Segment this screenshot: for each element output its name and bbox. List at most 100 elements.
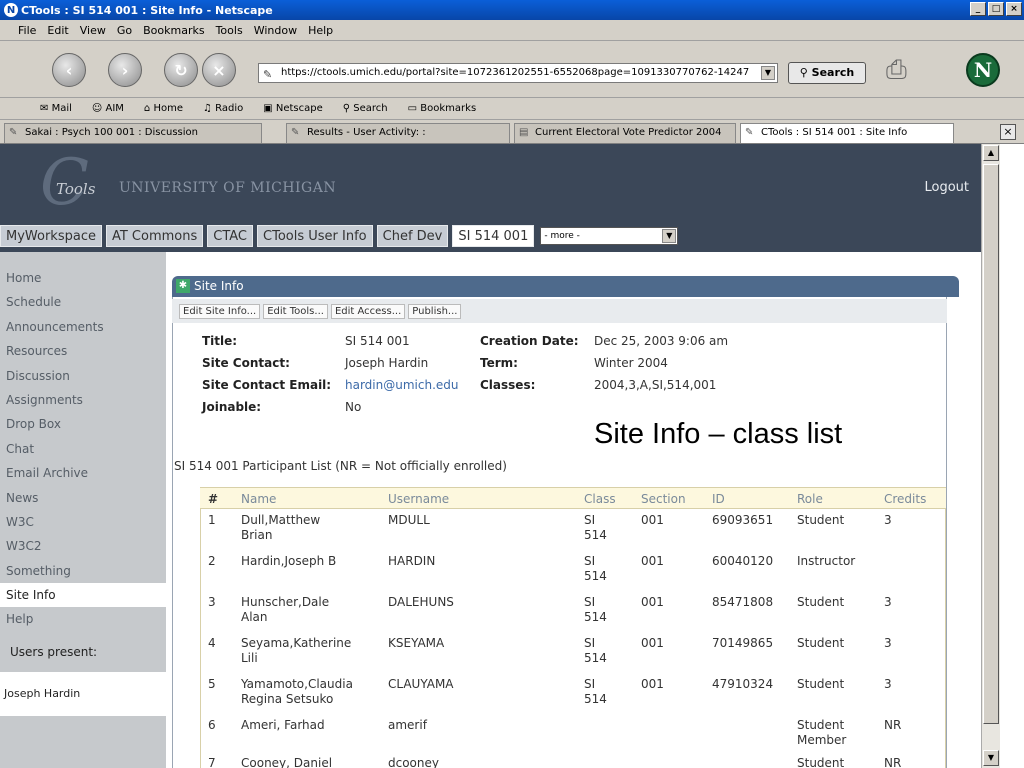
nav-assignments[interactable]: Assignments <box>0 388 166 412</box>
nav-resources[interactable]: Resources <box>0 339 166 363</box>
minimize-button[interactable]: _ <box>970 2 986 16</box>
col-credits[interactable]: Credits <box>884 492 926 506</box>
toolbar-radio[interactable]: ♫ Radio <box>203 103 253 114</box>
scroll-thumb[interactable] <box>983 164 999 724</box>
col-id[interactable]: ID <box>712 492 725 506</box>
cell-user: KSEYAMA <box>388 636 445 650</box>
edit-tools-button[interactable]: Edit Tools... <box>263 303 328 319</box>
stop-icon[interactable]: × <box>202 53 236 87</box>
browser-tab-label: CTools : SI 514 001 : Site Info <box>761 127 908 138</box>
site-tab-at-commons[interactable]: AT Commons <box>105 225 204 247</box>
name-line-1: Dull,Matthew <box>241 513 321 527</box>
personal-toolbar: ✉ Mail ☺ AIM ⌂ Home ♫ Radio ▣ Netscape ⚲… <box>0 98 1024 120</box>
classes-value: 2004,3,A,SI,514,001 <box>594 378 717 392</box>
cell-role: Instructor <box>797 554 855 569</box>
site-tab-myworkspace[interactable]: MyWorkspace <box>0 225 102 247</box>
nav-home[interactable]: Home <box>0 266 166 290</box>
cell-credits: 3 <box>884 513 892 527</box>
toolbar-search[interactable]: ⚲ Search <box>343 103 398 114</box>
browser-tab-4[interactable]: ✎ CTools : SI 514 001 : Site Info <box>740 123 954 143</box>
cell-user: CLAUYAMA <box>388 677 454 691</box>
site-contact-email-link[interactable]: hardin@umich.edu <box>345 378 459 392</box>
toolbar-bookmarks[interactable]: ▭ Bookmarks <box>408 103 487 114</box>
more-sites-select[interactable]: - more - ▼ <box>540 227 679 245</box>
nav-discussion[interactable]: Discussion <box>0 364 166 388</box>
site-tab-ctools-user-info[interactable]: CTools User Info <box>257 225 373 247</box>
maximize-button[interactable]: □ <box>988 2 1004 16</box>
nav-announcements[interactable]: Announcements <box>0 315 166 339</box>
toolbar-aim[interactable]: ☺ AIM <box>92 103 134 114</box>
nav-something[interactable]: Something <box>0 559 166 583</box>
menu-view[interactable]: View <box>80 24 106 37</box>
document-icon: ▤ <box>519 127 529 138</box>
scroll-down-icon[interactable]: ▼ <box>983 750 999 766</box>
menu-file[interactable]: File <box>18 24 36 37</box>
col-class[interactable]: Class <box>584 492 616 506</box>
nav-w3c2[interactable]: W3C2 <box>0 534 166 558</box>
reload-icon[interactable]: ↻ <box>164 53 198 87</box>
scroll-up-icon[interactable]: ▲ <box>983 145 999 161</box>
site-tab-ctac[interactable]: CTAC <box>207 225 254 247</box>
nav-drop-box[interactable]: Drop Box <box>0 412 166 436</box>
cell-section: 001 <box>641 554 664 568</box>
url-dropdown-icon[interactable]: ▼ <box>761 66 775 80</box>
forward-icon[interactable]: › <box>108 53 142 87</box>
name-line-1: Seyama,Katherine <box>241 636 352 650</box>
browser-tab-3[interactable]: ▤ Current Electoral Vote Predictor 2004 <box>514 123 736 143</box>
window-edge <box>1000 144 1024 768</box>
cell-role: Student <box>797 595 844 610</box>
url-input[interactable]: ✎ https://ctools.umich.edu/portal?site=1… <box>258 63 778 83</box>
menu-edit[interactable]: Edit <box>47 24 68 37</box>
back-icon[interactable]: ‹ <box>52 53 86 87</box>
nav-schedule[interactable]: Schedule <box>0 290 166 314</box>
site-tabs: MyWorkspace AT Commons CTAC CTools User … <box>0 220 981 252</box>
close-window-button[interactable]: × <box>1006 2 1022 16</box>
nav-w3c[interactable]: W3C <box>0 510 166 534</box>
menu-window[interactable]: Window <box>254 24 297 37</box>
menu-help[interactable]: Help <box>308 24 333 37</box>
nav-news[interactable]: News <box>0 486 166 510</box>
classes-label: Classes: <box>480 378 536 392</box>
col-username[interactable]: Username <box>388 492 449 506</box>
cell-name: Yamamoto,Claudia Regina Setsuko <box>241 677 353 707</box>
nav-help[interactable]: Help <box>0 607 166 631</box>
nav-email-archive[interactable]: Email Archive <box>0 461 166 485</box>
col-section[interactable]: Section <box>641 492 686 506</box>
slide-caption: Site Info – class list <box>594 418 843 450</box>
window-titlebar: N CTools : SI 514 001 : Site Info - Nets… <box>0 0 1024 20</box>
name-line-2: Lili <box>241 651 258 665</box>
browser-tab-2[interactable]: ✎ Results - User Activity: : <box>286 123 510 143</box>
menu-bookmarks[interactable]: Bookmarks <box>143 24 204 37</box>
site-contact-value: Joseph Hardin <box>345 356 429 370</box>
class-line-1: SI <box>584 595 596 609</box>
class-line-2: 514 <box>584 610 607 624</box>
search-label: Search <box>353 103 388 114</box>
col-role[interactable]: Role <box>797 492 823 506</box>
browser-tab-1[interactable]: ✎ Sakai : Psych 100 001 : Discussion <box>4 123 262 143</box>
menu-tools[interactable]: Tools <box>216 24 243 37</box>
site-tab-si-514[interactable]: SI 514 001 <box>452 225 535 247</box>
close-tab-icon[interactable]: × <box>1000 124 1016 140</box>
page-icon: ✎ <box>9 127 18 138</box>
logout-link[interactable]: Logout <box>924 180 969 195</box>
vertical-scrollbar[interactable]: ▲ ▼ <box>981 144 1000 768</box>
search-button-label: Search <box>811 66 855 79</box>
cell-num: 2 <box>208 554 216 568</box>
participant-list-title: SI 514 001 Participant List (NR = Not of… <box>174 459 507 473</box>
menu-go[interactable]: Go <box>117 24 132 37</box>
role-line-1: Student <box>797 718 845 732</box>
col-name[interactable]: Name <box>241 492 276 506</box>
edit-access-button[interactable]: Edit Access... <box>330 303 406 319</box>
role-line-1: Student <box>797 677 845 691</box>
edit-site-info-button[interactable]: Edit Site Info... <box>179 303 261 319</box>
print-icon[interactable]: ⎙ <box>886 55 907 86</box>
search-button[interactable]: ⚲ Search <box>788 62 866 84</box>
toolbar-home[interactable]: ⌂ Home <box>144 103 193 114</box>
nav-site-info[interactable]: Site Info <box>0 583 166 608</box>
toolbar-mail[interactable]: ✉ Mail <box>40 103 82 114</box>
toolbar-netscape[interactable]: ▣ Netscape <box>263 103 333 114</box>
publish-button[interactable]: Publish... <box>408 303 462 319</box>
nav-chat[interactable]: Chat <box>0 437 166 461</box>
site-tab-chef-dev[interactable]: Chef Dev <box>376 225 449 247</box>
cell-id: 47910324 <box>712 677 774 691</box>
